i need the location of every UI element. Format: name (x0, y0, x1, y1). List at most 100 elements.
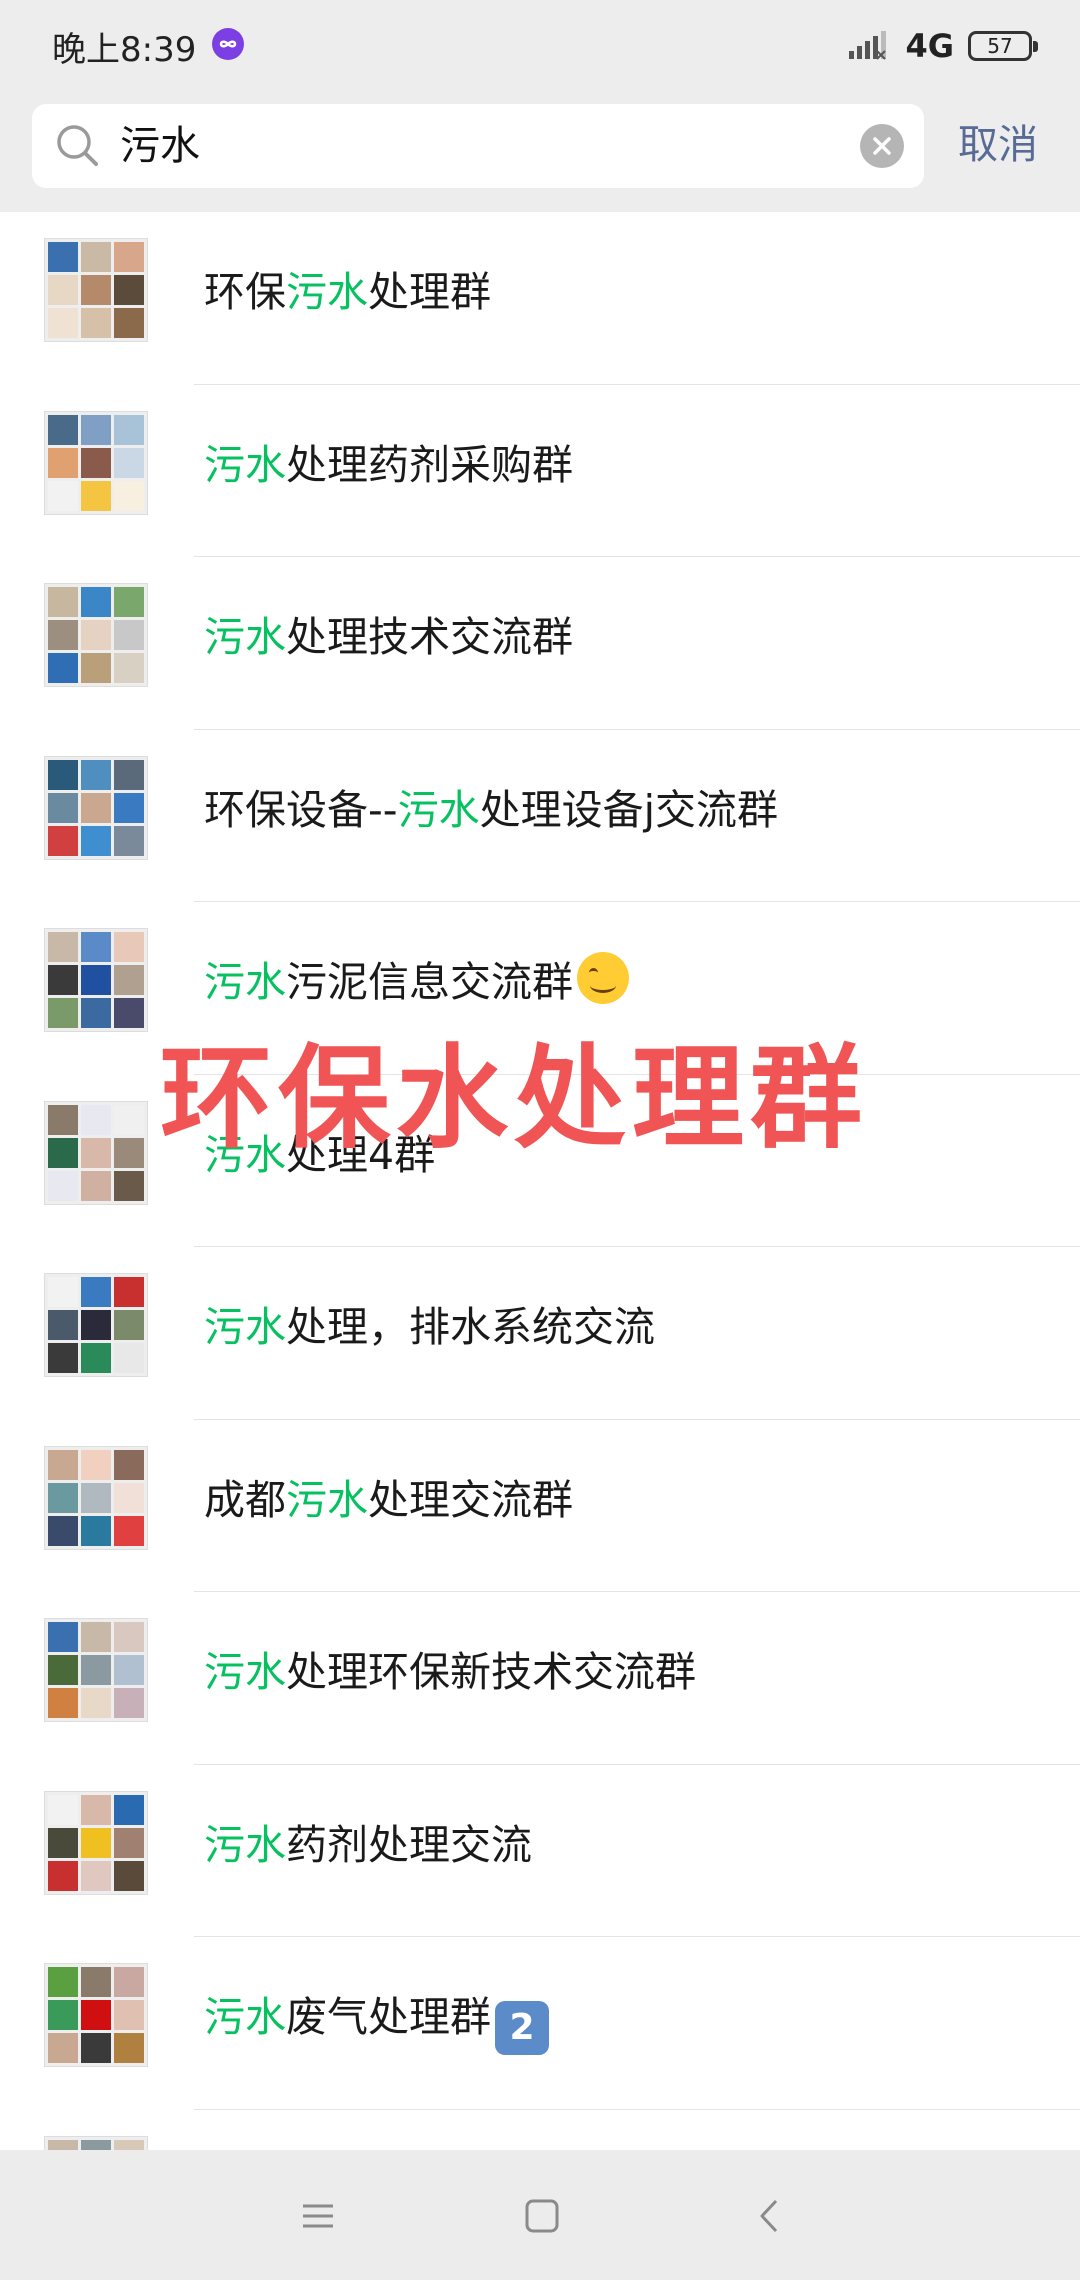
avatar-tile (48, 1515, 78, 1546)
list-item[interactable]: 污水处理技术交流群 (0, 557, 1080, 730)
search-match-highlight: 污水 (204, 1303, 286, 1351)
group-name-suffix: 处理交流群 (368, 1475, 573, 1524)
avatar-tile (81, 242, 111, 272)
menu-icon[interactable] (300, 2198, 336, 2234)
avatar-tile (114, 998, 144, 1028)
avatar-tile (48, 998, 78, 1028)
avatar-tile (81, 1277, 111, 1307)
search-match-highlight: 污水 (204, 958, 286, 1006)
system-nav-bar (0, 2150, 1080, 2280)
avatar-tile (114, 275, 144, 305)
avatar-tile (81, 447, 111, 478)
avatar-tile (81, 2033, 111, 2063)
group-avatar (44, 238, 148, 342)
avatar-tile (114, 1622, 144, 1652)
group-name: 污水污泥信息交流群 (204, 952, 629, 1012)
list-item[interactable]: 污水处理，排水系统交流 (0, 1247, 1080, 1420)
avatar-tile (48, 792, 78, 823)
group-name-suffix: 处理环保新技术交流群 (286, 1648, 696, 1696)
avatar-tile (48, 1310, 78, 1340)
group-avatar (44, 1963, 148, 2067)
group-name: 成都污水处理交流群 (204, 1470, 573, 1530)
search-query[interactable]: 污水 (120, 120, 200, 172)
clear-icon[interactable] (860, 124, 904, 168)
group-name-suffix: 污泥信息交流群 (286, 958, 573, 1006)
battery-level: 57 (987, 34, 1013, 58)
avatar-tile (48, 620, 78, 650)
avatar-tile (114, 792, 144, 823)
group-avatar (44, 410, 148, 515)
avatar-tile (81, 414, 111, 445)
avatar-tile (114, 447, 144, 478)
group-name-suffix: 处理，排水系统交流 (286, 1303, 655, 1351)
avatar-tile (114, 1515, 144, 1546)
avatar-tile (81, 759, 111, 790)
avatar-tile (81, 792, 111, 823)
avatar-tile (114, 2033, 144, 2063)
cancel-button[interactable]: 取消 (958, 118, 1038, 172)
avatar-tile (81, 275, 111, 305)
avatar-tile (81, 1860, 111, 1891)
avatar-tile (81, 1515, 111, 1546)
avatar-tile (114, 1310, 144, 1340)
avatar-tile (81, 653, 111, 683)
avatar-tile (81, 1794, 111, 1825)
list-item[interactable]: 污水废气处理群 2 (0, 1937, 1080, 2110)
back-icon[interactable] (752, 2198, 788, 2234)
group-name-prefix: 环保设备-- (204, 785, 398, 834)
avatar-tile (114, 308, 144, 338)
avatar-tile (81, 1449, 111, 1480)
group-name: 环保设备--污水处理设备j交流群 (204, 780, 778, 840)
list-item[interactable]: 污水药剂处理交流 (0, 1765, 1080, 1937)
group-avatar (44, 2135, 148, 2150)
avatar-tile (48, 1655, 78, 1685)
avatar-tile (48, 1827, 78, 1858)
search-match-highlight: 污水 (286, 1475, 368, 1524)
signal-icon (849, 31, 887, 60)
avatar-tile (48, 1967, 78, 1997)
search-match-highlight: 污水 (204, 1993, 286, 2041)
group-name: 污水药剂处理交流 (204, 1815, 532, 1875)
avatar-tile (48, 2033, 78, 2063)
avatar-tile (81, 1827, 111, 1858)
search-results-list[interactable]: 环保污水处理群 污水处理药剂采购群 污水处理技术交流群 环保设备--污水处理设备j交流… (0, 212, 1080, 2150)
avatar-tile (48, 932, 78, 962)
search-match-highlight: 污水 (204, 1648, 286, 1696)
list-item[interactable]: 环保污水处理群 (0, 212, 1080, 385)
avatar-tile (81, 308, 111, 338)
list-item[interactable]: 环保设备--污水处理设备j交流群 (0, 730, 1080, 902)
avatar-tile (48, 1137, 78, 1168)
avatar-tile (81, 2000, 111, 2030)
avatar-tile (114, 932, 144, 962)
group-avatar (44, 928, 148, 1032)
search-match-highlight: 污水 (397, 785, 480, 834)
list-item[interactable]: 污水处理药剂采购群 (0, 385, 1080, 557)
avatar-tile (81, 480, 111, 511)
avatar-tile (81, 1688, 111, 1718)
status-indicators: 4G 57 (847, 24, 1038, 68)
avatar-tile (81, 1343, 111, 1373)
group-avatar (44, 1273, 148, 1377)
avatar-tile (114, 1170, 144, 1201)
group-name: 污水处理环保新技术交流群 (204, 1642, 696, 1702)
avatar-tile (48, 1343, 78, 1373)
avatar-tile (81, 1482, 111, 1513)
list-item[interactable]: 成都污水处理交流群 (0, 1420, 1080, 1592)
avatar-tile (114, 2000, 144, 2030)
list-item[interactable] (0, 2110, 1080, 2150)
avatar-tile (81, 825, 111, 856)
avatar-tile (81, 2139, 111, 2150)
avatar-tile (48, 242, 78, 272)
avatar-tile (114, 480, 144, 511)
avatar-tile (48, 759, 78, 790)
status-bar: 晚上8:39 4G 57 (0, 0, 1080, 90)
home-icon[interactable] (524, 2198, 560, 2234)
avatar-tile (81, 1622, 111, 1652)
group-name-suffix: 处理药剂采购群 (286, 440, 573, 489)
search-input[interactable]: 污水 (32, 104, 924, 188)
list-item[interactable]: 污水处理环保新技术交流群 (0, 1592, 1080, 1765)
avatar-tile (48, 1622, 78, 1652)
group-name-prefix: 成都 (204, 1475, 286, 1524)
avatar-tile (81, 1104, 111, 1135)
search-bar: 污水 取消 (0, 90, 1080, 212)
